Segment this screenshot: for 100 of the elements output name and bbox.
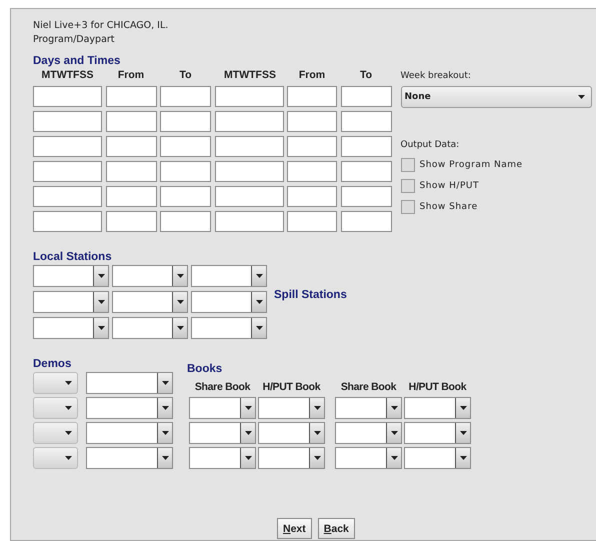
combo-box[interactable]: [335, 397, 402, 419]
combo-box[interactable]: [189, 397, 256, 419]
input-field[interactable]: [214, 211, 284, 232]
input-field[interactable]: [33, 211, 102, 232]
column-header: Share Book: [194, 381, 252, 394]
section-title: Spill Stations: [274, 289, 347, 301]
combo-box[interactable]: [335, 422, 402, 444]
column-header: To: [358, 69, 374, 82]
combo-box[interactable]: [404, 422, 471, 444]
input-field[interactable]: [33, 111, 102, 132]
section-title: Demos: [33, 358, 72, 370]
combo-box[interactable]: [112, 317, 188, 339]
input-field[interactable]: [33, 86, 102, 107]
checkbox-label: Show Program Name: [420, 160, 523, 170]
combo-box[interactable]: [86, 397, 173, 419]
dropdown-arrow-icon: [162, 406, 168, 410]
input-field[interactable]: [33, 136, 102, 157]
input-field[interactable]: [106, 161, 156, 182]
nav-button[interactable]: Next: [277, 518, 312, 539]
input-field[interactable]: [106, 111, 156, 132]
combo-box[interactable]: [112, 265, 188, 287]
input-field[interactable]: [106, 211, 156, 232]
dropdown-arrow-icon: [244, 431, 252, 435]
input-field[interactable]: [287, 211, 337, 232]
input-field[interactable]: [287, 86, 337, 107]
input-field[interactable]: [340, 186, 392, 207]
input-field[interactable]: [287, 186, 337, 207]
combo-box[interactable]: [404, 397, 471, 419]
dropdown-arrow-icon: [176, 274, 184, 278]
checkbox[interactable]: [400, 158, 414, 172]
checkbox[interactable]: [400, 200, 414, 214]
dropdown-arrow-icon: [460, 431, 466, 435]
dropdown-arrow-icon: [176, 300, 184, 304]
combo-box[interactable]: [112, 291, 188, 313]
input-field[interactable]: [340, 111, 392, 132]
dropdown-arrow-icon: [314, 431, 320, 435]
input-field[interactable]: [160, 211, 211, 232]
combo-box[interactable]: [33, 265, 109, 287]
input-field[interactable]: [160, 186, 211, 207]
checkbox[interactable]: [400, 178, 414, 192]
input-field[interactable]: [160, 111, 211, 132]
input-field[interactable]: [214, 161, 284, 182]
input-field[interactable]: [106, 86, 156, 107]
report-title: Niel Live+3 for CHICAGO, IL.: [33, 19, 170, 33]
week-breakout-dropdown[interactable]: None: [400, 86, 592, 108]
dropdown-arrow-icon: [65, 381, 72, 385]
dropdown-arrow-icon: [314, 456, 320, 460]
dropdown-arrow-icon: [256, 300, 262, 304]
input-field[interactable]: [340, 136, 392, 157]
dropdown-arrow-icon: [65, 406, 72, 410]
input-field[interactable]: [33, 161, 102, 182]
input-field[interactable]: [340, 86, 392, 107]
combo-box[interactable]: [191, 291, 267, 313]
input-field[interactable]: [106, 186, 156, 207]
combo-box[interactable]: [33, 317, 109, 339]
checkbox-label: Show Share: [420, 202, 478, 212]
combo-box[interactable]: [404, 447, 471, 469]
dropdown-arrow-icon: [314, 406, 320, 410]
field-label: Output Data:: [400, 140, 460, 150]
input-field[interactable]: [287, 136, 337, 157]
column-header: From: [298, 69, 326, 82]
input-field[interactable]: [214, 86, 284, 107]
combo-box[interactable]: [189, 422, 256, 444]
combo-box[interactable]: [258, 397, 325, 419]
input-field[interactable]: [160, 86, 211, 107]
combo-box[interactable]: [191, 265, 267, 287]
dropdown-arrow-icon: [244, 406, 252, 410]
combo-box[interactable]: [86, 447, 173, 469]
input-field[interactable]: [160, 161, 211, 182]
dropdown-arrow-icon: [98, 326, 104, 330]
report-subtitle: Program/Daypart: [33, 33, 116, 47]
dropdown-arrow-icon: [176, 326, 184, 330]
input-field[interactable]: [33, 186, 102, 207]
dropdown-arrow-icon: [98, 274, 104, 278]
dropdown-arrow-icon: [256, 274, 262, 278]
combo-box[interactable]: [33, 291, 109, 313]
dropdown-arrow-icon: [244, 456, 252, 460]
dropdown-arrow-icon: [460, 456, 466, 460]
input-field[interactable]: [214, 111, 284, 132]
dropdown-arrow-icon: [578, 95, 584, 99]
combo-box[interactable]: [335, 447, 402, 469]
combo-box[interactable]: [258, 422, 325, 444]
input-field[interactable]: [106, 136, 156, 157]
dropdown-arrow-icon: [390, 456, 398, 460]
input-field[interactable]: [160, 136, 211, 157]
column-header: Share Book: [340, 381, 398, 394]
input-field[interactable]: [340, 211, 392, 232]
combo-box[interactable]: [191, 317, 267, 339]
combo-box[interactable]: [86, 422, 173, 444]
input-field[interactable]: [214, 186, 284, 207]
input-field[interactable]: [287, 161, 337, 182]
combo-box[interactable]: [189, 447, 256, 469]
input-field[interactable]: [287, 111, 337, 132]
combo-box[interactable]: [258, 447, 325, 469]
input-field[interactable]: [340, 161, 392, 182]
section-title: Local Stations: [33, 251, 113, 263]
combo-box[interactable]: [86, 372, 173, 394]
input-field[interactable]: [214, 136, 284, 157]
checkbox-label: Show H/PUT: [420, 180, 479, 190]
nav-button[interactable]: Back: [318, 518, 355, 539]
